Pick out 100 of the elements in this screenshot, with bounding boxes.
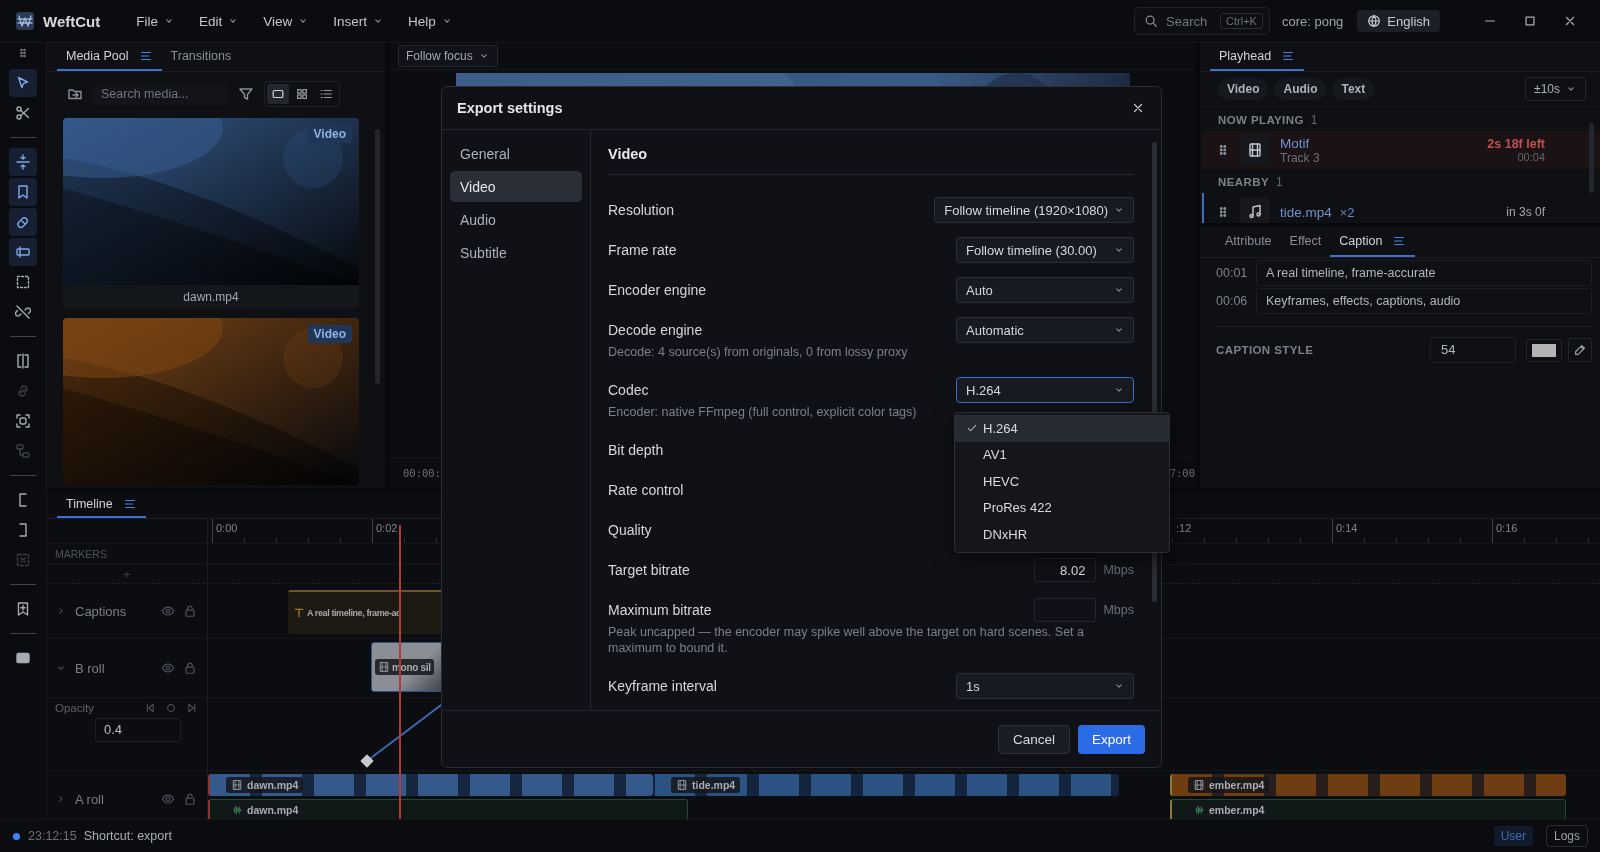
media-card[interactable]: Video dawn.mp4: [63, 118, 359, 309]
filter-chip[interactable]: Text: [1332, 78, 1375, 100]
film-icon: [231, 779, 243, 791]
status-button[interactable]: Logs: [1545, 825, 1588, 847]
section-title: CAPTION STYLE: [1216, 344, 1314, 356]
status-message: Shortcut: export: [83, 829, 172, 843]
panel-tab[interactable]: Playhead: [1210, 43, 1305, 71]
dropdown-option[interactable]: AV1: [955, 441, 1169, 468]
panel-tab[interactable]: Media Pool: [57, 43, 162, 71]
dropdown-option[interactable]: HEVC: [955, 468, 1169, 495]
filter-chip[interactable]: Video: [1218, 78, 1269, 100]
color-swatch[interactable]: [1526, 338, 1562, 362]
range-dropdown[interactable]: ±10s: [1525, 77, 1586, 101]
setting-dropdown[interactable]: Follow timeline (1920×1080): [934, 197, 1134, 223]
timecode: 00:00:: [403, 467, 441, 480]
setting-dropdown[interactable]: Auto: [956, 277, 1134, 303]
scroll-bar[interactable]: [375, 129, 380, 384]
settings-nav-item[interactable]: Subtitle: [450, 237, 582, 268]
cancel-button[interactable]: Cancel: [997, 724, 1070, 754]
media-type-badge: Video: [307, 125, 352, 143]
clip-list-item[interactable]: Motif Track 3 2s 18f left 00:04: [1202, 131, 1600, 169]
setting-label: Encoder engine: [608, 282, 707, 298]
caption-time: 00:06: [1216, 294, 1246, 308]
time-remaining: 2s 18f left: [1487, 137, 1545, 151]
filter-icon[interactable]: [238, 86, 254, 102]
settings-nav-item[interactable]: General: [450, 138, 582, 169]
menu-icon[interactable]: [1281, 49, 1296, 63]
panel-tab[interactable]: Attribute: [1216, 227, 1281, 257]
video-clip[interactable]: dawn.mp4: [208, 774, 653, 796]
setting-dropdown[interactable]: Follow timeline (30.00): [956, 237, 1134, 263]
setting-dropdown[interactable]: 1s: [956, 673, 1134, 699]
settings-nav-item[interactable]: Audio: [450, 204, 582, 235]
single-view-button[interactable]: [267, 84, 289, 104]
follow-dropdown[interactable]: Follow focus: [398, 45, 498, 68]
setting-label: Maximum bitrate: [608, 602, 712, 618]
count-label: ×2: [1339, 204, 1355, 220]
ruler-label: :12: [1175, 521, 1193, 536]
import-folder-icon[interactable]: [67, 86, 83, 102]
globe-icon: [1367, 14, 1382, 28]
setting-dropdown[interactable]: H.264: [956, 377, 1134, 403]
audio-clip[interactable]: dawn.mp4: [208, 799, 688, 819]
scan-icon: [15, 413, 31, 429]
export-button[interactable]: Export: [1077, 724, 1145, 754]
audio-clip[interactable]: ember.mp4: [1170, 799, 1566, 819]
menu-icon[interactable]: [138, 49, 153, 63]
setting-label: Bit depth: [608, 442, 664, 458]
grip-icon[interactable]: [17, 47, 29, 59]
menu-item[interactable]: View: [253, 9, 320, 33]
menu-item[interactable]: Help: [398, 9, 463, 33]
panel-tab[interactable]: Timeline: [57, 492, 146, 518]
status-time: 23:12:15: [28, 829, 77, 843]
menu-icon[interactable]: [122, 497, 137, 511]
opacity-value-field[interactable]: 0.4: [95, 718, 181, 742]
filter-chip[interactable]: Audio: [1274, 78, 1327, 100]
bookmark-tool-button[interactable]: [9, 178, 37, 206]
menu-icon[interactable]: [1392, 234, 1407, 248]
setting-label: Quality: [608, 522, 652, 538]
dropdown-option[interactable]: DNxHR: [955, 521, 1169, 548]
setting-label: Rate control: [608, 482, 684, 498]
waveform-icon: [231, 804, 243, 816]
setting-dropdown[interactable]: Automatic: [956, 317, 1134, 343]
menu-item[interactable]: Insert: [323, 9, 395, 33]
video-clip[interactable]: tide.mp4: [653, 774, 1119, 796]
clip-label: ember.mp4: [1209, 779, 1265, 791]
magnet-icon: [15, 214, 31, 230]
markers-label: MARKERS: [55, 548, 107, 560]
duration: 7:00: [1169, 467, 1195, 480]
close-button[interactable]: [1131, 101, 1145, 115]
menu-item[interactable]: File: [126, 9, 185, 33]
dropdown-option[interactable]: ProRes 422: [955, 494, 1169, 521]
search-field[interactable]: Search: [1164, 12, 1215, 30]
parameter-name: Opacity: [55, 702, 94, 714]
dropdown-option[interactable]: H.264: [955, 415, 1169, 442]
film-icon: [676, 779, 688, 791]
scroll-bar[interactable]: [1589, 123, 1594, 193]
caption-text-field[interactable]: Keyframes, effects, captions, audio: [1256, 288, 1592, 314]
magnet-tool-button[interactable]: [9, 208, 37, 236]
slip-tool-button[interactable]: [9, 238, 37, 266]
search-field[interactable]: Search media...: [93, 83, 228, 105]
section-heading: Video: [608, 145, 649, 164]
number-field[interactable]: 8.02: [1034, 558, 1097, 582]
keyframe-marker[interactable]: [360, 754, 374, 768]
addmark-icon: [15, 601, 31, 617]
clip-label: A real timeline, frame-ac: [307, 608, 401, 618]
language-button[interactable]: English: [1357, 10, 1440, 32]
eyedropper-button[interactable]: [1568, 338, 1592, 362]
video-clip[interactable]: ember.mp4: [1170, 774, 1566, 796]
font-size-field[interactable]: 54: [1430, 337, 1516, 363]
panel-tab[interactable]: Transitions: [161, 43, 241, 71]
settings-nav-item[interactable]: Video: [450, 171, 582, 202]
caption-text-field[interactable]: A real timeline, frame-accurate: [1256, 260, 1592, 286]
setting-hint: Decode: 4 source(s) from originals, 0 from lossy proxy: [608, 344, 909, 360]
media-card[interactable]: Video: [63, 318, 359, 485]
cursor-tool-button[interactable]: [9, 69, 37, 97]
panel-tab[interactable]: Caption: [1330, 227, 1416, 257]
menu-item[interactable]: Edit: [189, 9, 250, 33]
track-name: B roll: [75, 660, 105, 676]
panel-tab[interactable]: Effect: [1280, 227, 1331, 257]
waveform-icon: [1193, 804, 1205, 816]
snap-tool-button[interactable]: [9, 148, 37, 176]
